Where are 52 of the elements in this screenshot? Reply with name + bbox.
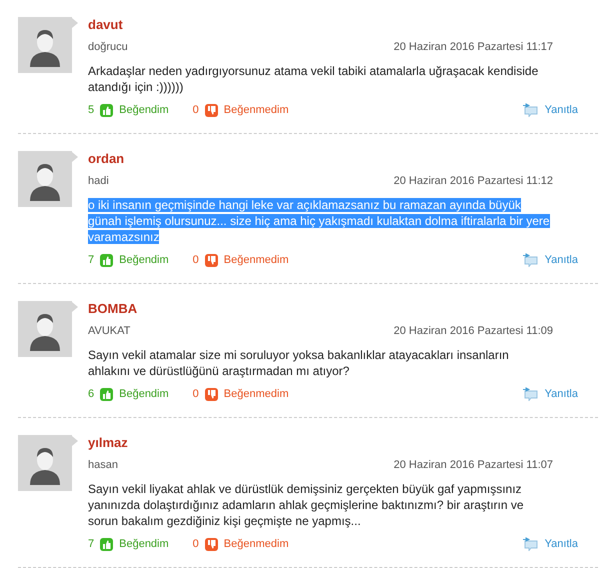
comment-date: 20 Haziran 2016 Pazartesi 11:09: [394, 325, 553, 337]
dislike-count: 0: [192, 388, 199, 400]
author-name: BOMBA: [88, 301, 138, 318]
avatar-icon: [18, 435, 78, 491]
thumbs-up-icon[interactable]: [100, 254, 114, 266]
reply-icon[interactable]: [522, 537, 539, 551]
comment-date: 20 Haziran 2016 Pazartesi 11:07: [394, 459, 553, 471]
reply-link[interactable]: Yanıtla: [544, 254, 578, 266]
dislike-count: 0: [192, 254, 199, 266]
reply-link[interactable]: Yanıtla: [544, 388, 578, 400]
thumbs-down-icon[interactable]: [204, 254, 218, 266]
reply-link[interactable]: Yanıtla: [544, 104, 578, 116]
author-title: hadi: [88, 175, 109, 187]
reply-link[interactable]: Yanıtla: [544, 538, 578, 550]
comment-text: Sayın vekil atamalar size mi soruluyor yoksa bakanlıklar atayacakları insanların ahlakını ve dürüstlüğünü araştırmadan mı atıyor?: [88, 347, 510, 379]
like-link[interactable]: Beğendim: [119, 254, 169, 266]
comment-date: 20 Haziran 2016 Pazartesi 11:17: [394, 41, 553, 53]
author-title: hasan: [88, 459, 118, 471]
thumbs-down-icon[interactable]: [204, 538, 218, 550]
dislike-link[interactable]: Beğenmedim: [224, 104, 289, 116]
avatar-icon: [18, 17, 78, 73]
dislike-count: 0: [192, 104, 199, 116]
reply-icon[interactable]: [522, 387, 539, 401]
like-link[interactable]: Beğendim: [119, 388, 169, 400]
like-count: 7: [88, 254, 94, 266]
author-name: yılmaz: [88, 435, 129, 452]
author-name: davut: [88, 17, 124, 34]
dislike-count: 0: [192, 538, 199, 550]
thumbs-down-icon[interactable]: [204, 104, 218, 116]
like-link[interactable]: Beğendim: [119, 538, 169, 550]
comment-text: o iki insanın geçmişinde hangi leke var açıklamazsanız bu ramazan ayında büyük günah işlemiş olursunuz... size hiç ama hiç yakışmadı kulaktan dolma iftiralarla bir yere varamazsınız: [88, 197, 550, 245]
author-title: doğrucu: [88, 41, 128, 53]
like-link[interactable]: Beğendim: [119, 104, 169, 116]
like-count: 5: [88, 104, 94, 116]
reply-icon[interactable]: [522, 253, 539, 267]
dislike-link[interactable]: Beğenmedim: [224, 254, 289, 266]
avatar-icon: [18, 151, 78, 207]
author-name: ordan: [88, 151, 126, 168]
thumbs-up-icon[interactable]: [100, 104, 114, 116]
dislike-link[interactable]: Beğenmedim: [224, 538, 289, 550]
reply-icon[interactable]: [522, 103, 539, 117]
thumbs-up-icon[interactable]: [100, 388, 114, 400]
like-count: 7: [88, 538, 94, 550]
like-count: 6: [88, 388, 94, 400]
thumbs-down-icon[interactable]: [204, 388, 218, 400]
avatar-icon: [18, 301, 78, 357]
comment-text: Sayın vekil liyakat ahlak ve dürüstlük demişsiniz gerçekten büyük gaf yapmışsınız yanınızda dolaştırdığınız adamların ahlak geçmişlerine baktınızmı? bir araştırın ve sorun bakalım gezdiğiniz kişi geçmişte ne yapmış...: [88, 481, 525, 529]
comment-text: Arkadaşlar neden yadırgıyorsunuz atama vekil tabiki atamalarla uğraşacak kendiside atandığı için :)))))): [88, 63, 540, 95]
thumbs-up-icon[interactable]: [100, 538, 114, 550]
author-title: AVUKAT: [88, 325, 130, 337]
dislike-link[interactable]: Beğenmedim: [224, 388, 289, 400]
comment-date: 20 Haziran 2016 Pazartesi 11:12: [394, 175, 553, 187]
